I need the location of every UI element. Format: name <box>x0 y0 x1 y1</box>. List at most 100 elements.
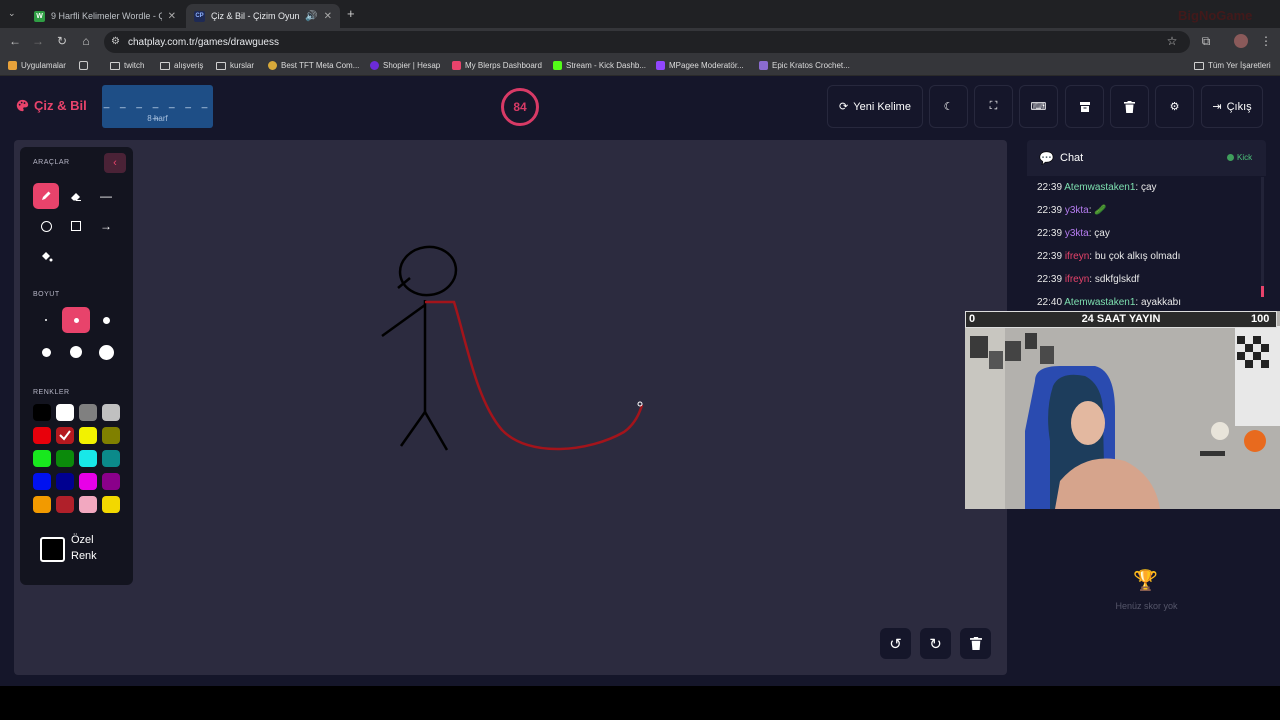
exit-button[interactable]: ⇥ Çıkış <box>1201 85 1263 128</box>
message-username[interactable]: y3kta <box>1065 205 1089 216</box>
tab-search-icon[interactable]: ⌄ <box>8 8 16 19</box>
bookmark-kick[interactable]: Stream - Kick Dashb... <box>553 61 646 70</box>
color-swatch[interactable] <box>79 450 97 467</box>
paint-bucket-icon <box>41 251 52 261</box>
chat-scrollbar[interactable] <box>1261 177 1264 297</box>
bookmark-kratos[interactable]: Epic Kratos Crochet... <box>759 61 850 70</box>
menu-icon[interactable]: ⋮ <box>1258 34 1274 48</box>
fullscreen-button[interactable]: ⛶ <box>974 85 1013 128</box>
color-swatch[interactable] <box>102 404 120 421</box>
color-swatch[interactable] <box>102 473 120 490</box>
size-3-button[interactable] <box>92 307 120 333</box>
keyboard-icon: ⌨ <box>1030 101 1047 113</box>
custom-color-swatch[interactable] <box>40 537 65 562</box>
color-swatch[interactable] <box>33 404 51 421</box>
speaker-icon[interactable]: 🔊 <box>305 11 317 22</box>
trash-icon <box>1124 100 1135 113</box>
message-time: 22:39 <box>1037 274 1065 285</box>
rectangle-tool[interactable] <box>63 213 89 239</box>
bookmark-star-icon[interactable]: ☆ <box>1164 34 1180 48</box>
color-swatch[interactable] <box>79 404 97 421</box>
folder-icon <box>160 61 170 70</box>
kick-icon <box>553 61 562 70</box>
close-icon[interactable]: ✕ <box>324 11 332 22</box>
chat-scrollbar-thumb[interactable] <box>1261 286 1264 297</box>
size-1-button[interactable] <box>32 307 60 333</box>
fill-tool[interactable] <box>33 243 59 269</box>
message-username[interactable]: Atemwastaken1 <box>1064 182 1135 193</box>
redo-button[interactable]: ↻ <box>920 628 951 659</box>
chat-bubble-icon: 💬 <box>1039 151 1054 165</box>
bookmark-mpagee[interactable]: MPagee Moderatör... <box>656 61 744 70</box>
undo-button[interactable]: ↺ <box>880 628 911 659</box>
message-username[interactable]: y3kta <box>1065 228 1089 239</box>
settings-button[interactable]: ⚙ <box>1155 85 1194 128</box>
color-swatch[interactable] <box>33 427 51 444</box>
bookmark-blerps[interactable]: My Blerps Dashboard <box>452 61 542 70</box>
message-username[interactable]: ifreyn <box>1065 274 1089 285</box>
arrow-tool[interactable]: → <box>93 213 119 239</box>
message-text: : sdkfglskdf <box>1089 274 1140 285</box>
platform-badge: Kick <box>1227 153 1252 162</box>
size-6-button[interactable] <box>92 339 120 365</box>
circle-tool[interactable] <box>33 213 59 239</box>
logout-icon: ⇥ <box>1212 101 1222 113</box>
color-swatch[interactable] <box>102 496 120 513</box>
bookmark-alisveris[interactable]: alışveriş <box>160 61 203 70</box>
colors-label: RENKLER <box>33 389 70 396</box>
color-swatch[interactable] <box>33 496 51 513</box>
app-logo[interactable]: Çiz & Bil <box>16 98 87 113</box>
site-info-icon[interactable]: ⚙ <box>111 36 120 47</box>
dark-mode-button[interactable]: ☾ <box>929 85 968 128</box>
bookmark-shopier[interactable]: Shopier | Hesap <box>370 61 440 70</box>
color-swatch[interactable] <box>79 496 97 513</box>
delete-button[interactable] <box>1110 85 1149 128</box>
eraser-tool[interactable] <box>63 183 89 209</box>
reload-icon[interactable]: ↻ <box>54 34 70 48</box>
color-swatch[interactable] <box>56 450 74 467</box>
message-username[interactable]: Atemwastaken1 <box>1064 297 1135 308</box>
palette-icon <box>16 99 29 112</box>
color-swatch[interactable] <box>56 473 74 490</box>
line-tool[interactable]: — <box>93 183 119 209</box>
trash-icon <box>969 637 982 650</box>
bookmark-all[interactable]: Tüm Yer İşaretleri <box>1194 61 1271 70</box>
bookmark-kurslar[interactable]: kurslar <box>216 61 254 70</box>
color-swatch[interactable] <box>102 450 120 467</box>
bookmark-apps[interactable]: Uygulamalar <box>8 61 66 70</box>
color-swatch[interactable] <box>56 427 74 444</box>
stick-figure-legs <box>399 411 449 451</box>
tools-label: ARAÇLAR <box>33 159 70 166</box>
crochet-icon <box>759 61 768 70</box>
bookmark-tft[interactable]: Best TFT Meta Com... <box>268 61 359 70</box>
color-swatch[interactable] <box>79 473 97 490</box>
profile-avatar[interactable] <box>1234 34 1248 48</box>
custom-color-label[interactable]: Özel Renk <box>71 532 111 564</box>
new-tab-icon[interactable]: + <box>347 6 355 21</box>
size-5-button[interactable] <box>62 339 90 365</box>
tab-cizbil[interactable]: CP Çiz & Bil - Çizim Oyunu 🔊 ✕ <box>186 4 340 28</box>
size-4-button[interactable] <box>32 339 60 365</box>
pen-tool[interactable] <box>33 183 59 209</box>
color-swatch[interactable] <box>79 427 97 444</box>
color-swatch[interactable] <box>33 450 51 467</box>
keyboard-button[interactable]: ⌨ <box>1019 85 1058 128</box>
grid-icon[interactable] <box>79 61 88 70</box>
extensions-icon[interactable]: ⧉ <box>1198 34 1214 49</box>
archive-button[interactable] <box>1065 85 1104 128</box>
size-2-button[interactable] <box>62 307 90 333</box>
forward-icon[interactable]: → <box>30 34 46 48</box>
new-word-button[interactable]: ⟳ Yeni Kelime <box>827 85 923 128</box>
color-swatch[interactable] <box>56 496 74 513</box>
message-username[interactable]: ifreyn <box>1065 251 1089 262</box>
clear-canvas-button[interactable] <box>960 628 991 659</box>
color-swatch[interactable] <box>102 427 120 444</box>
bookmark-twitch[interactable]: twitch <box>110 61 144 70</box>
color-swatch[interactable] <box>33 473 51 490</box>
close-icon[interactable]: ✕ <box>168 11 176 22</box>
home-icon[interactable]: ⌂ <box>78 34 94 48</box>
tab-wordle[interactable]: W 9 Harfli Kelimeler Wordle - Çev ✕ <box>26 4 184 28</box>
color-swatch[interactable] <box>56 404 74 421</box>
collapse-panel-button[interactable]: ‹ <box>104 153 126 173</box>
back-icon[interactable]: ← <box>7 34 23 48</box>
